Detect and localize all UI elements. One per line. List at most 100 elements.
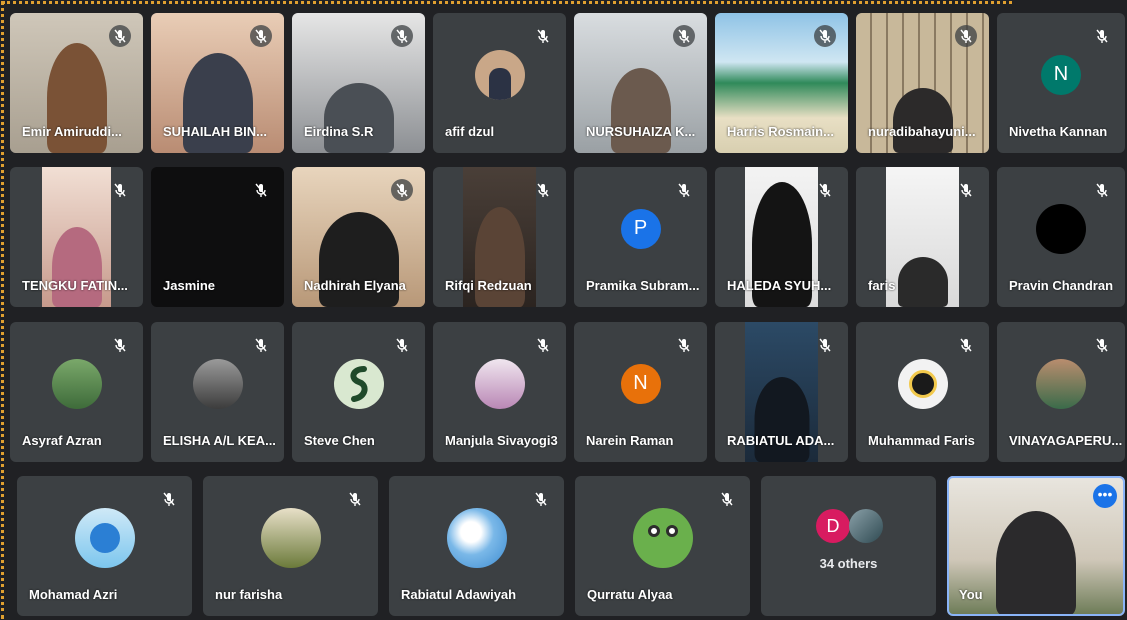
participant-tile[interactable]: P Pramika Subram... bbox=[574, 167, 707, 307]
mic-off-icon bbox=[1091, 25, 1113, 47]
participant-tile[interactable]: Harris Rosmain... bbox=[715, 13, 848, 153]
frame-border-left bbox=[1, 1, 4, 619]
person-silhouette bbox=[51, 227, 102, 307]
participant-tile[interactable]: Muhammad Faris bbox=[856, 322, 989, 462]
mic-off-icon bbox=[814, 334, 836, 356]
participant-tile[interactable]: Mohamad Azri bbox=[17, 476, 192, 616]
frame-border-top bbox=[2, 1, 1012, 4]
mic-off-icon bbox=[250, 179, 272, 201]
participant-name: Steve Chen bbox=[304, 433, 375, 448]
participant-tile[interactable]: Steve Chen bbox=[292, 322, 425, 462]
participant-name: TENGKU FATIN... bbox=[22, 278, 128, 293]
participant-name: Jasmine bbox=[163, 278, 216, 293]
participant-tile[interactable]: Asyraf Azran bbox=[10, 322, 143, 462]
participant-avatar bbox=[897, 358, 948, 409]
participant-video bbox=[886, 167, 959, 307]
participant-name: Pravin Chandran bbox=[1009, 278, 1114, 293]
participant-tile[interactable]: Rabiatul Adawiyah bbox=[389, 476, 564, 616]
participant-avatar bbox=[260, 507, 321, 568]
participant-avatar bbox=[1036, 203, 1086, 254]
mic-off-icon bbox=[391, 179, 413, 201]
mic-off-icon bbox=[344, 488, 366, 510]
others-avatar: D bbox=[816, 509, 850, 543]
mic-off-icon bbox=[673, 179, 695, 201]
participant-name: Qurratu Alyaa bbox=[587, 587, 673, 602]
participant-tile[interactable]: Jasmine bbox=[151, 167, 284, 307]
mic-off-icon bbox=[532, 179, 554, 201]
person-silhouette bbox=[897, 257, 948, 307]
participant-name: RABIATUL ADA... bbox=[727, 433, 835, 448]
mic-off-icon bbox=[673, 334, 695, 356]
self-tile[interactable]: ••• You bbox=[947, 476, 1125, 616]
person-silhouette bbox=[754, 377, 809, 462]
participant-name: HALEDA SYUH... bbox=[727, 278, 832, 293]
participant-avatar: P bbox=[620, 208, 661, 249]
participant-name: Harris Rosmain... bbox=[727, 124, 834, 139]
others-avatar-photo bbox=[849, 509, 883, 543]
mic-off-icon bbox=[673, 25, 695, 47]
person-silhouette bbox=[610, 68, 671, 153]
participant-avatar bbox=[333, 358, 384, 409]
participant-name: afif dzul bbox=[445, 124, 495, 139]
participant-tile[interactable]: Rifqi Redzuan bbox=[433, 167, 566, 307]
participant-tile[interactable]: N Narein Raman bbox=[574, 322, 707, 462]
mic-off-icon bbox=[814, 179, 836, 201]
person-silhouette bbox=[323, 83, 394, 153]
participant-name: Manjula Sivayogi3 bbox=[445, 433, 558, 448]
person-silhouette bbox=[892, 88, 953, 153]
participant-avatar: N bbox=[620, 363, 661, 404]
mic-off-icon bbox=[530, 488, 552, 510]
participant-tile[interactable]: N Nivetha Kannan bbox=[997, 13, 1125, 153]
mic-off-icon bbox=[532, 334, 554, 356]
participant-avatar bbox=[474, 358, 525, 409]
participant-name: VINAYAGAPERU... bbox=[1009, 433, 1123, 448]
participant-name: Pramika Subram... bbox=[586, 278, 700, 293]
mic-off-icon bbox=[716, 488, 738, 510]
avatar-letter: N bbox=[633, 372, 648, 395]
participant-avatar bbox=[74, 507, 135, 568]
participant-name: Eirdina S.R bbox=[304, 124, 374, 139]
participant-tile[interactable]: TENGKU FATIN... bbox=[10, 167, 143, 307]
participant-avatar bbox=[446, 507, 507, 568]
avatar-letter: D bbox=[826, 515, 840, 536]
participant-tile[interactable]: RABIATUL ADA... bbox=[715, 322, 848, 462]
mic-off-icon bbox=[391, 334, 413, 356]
participant-tile[interactable]: Pravin Chandran bbox=[997, 167, 1125, 307]
participant-name: nur farisha bbox=[215, 587, 283, 602]
participant-name: Rabiatul Adawiyah bbox=[401, 587, 517, 602]
participant-name: Muhammad Faris bbox=[868, 433, 975, 448]
participant-avatar bbox=[1036, 358, 1086, 409]
more-options-button[interactable]: ••• bbox=[1093, 484, 1117, 508]
participant-tile[interactable]: HALEDA SYUH... bbox=[715, 167, 848, 307]
participant-tile[interactable]: Qurratu Alyaa bbox=[575, 476, 750, 616]
participant-tile[interactable]: nuradibahayuni... bbox=[856, 13, 989, 153]
participant-tile[interactable]: Manjula Sivayogi3 bbox=[433, 322, 566, 462]
mic-off-icon bbox=[1091, 179, 1113, 201]
mic-off-icon bbox=[955, 334, 977, 356]
participant-tile[interactable]: Nadhirah Elyana bbox=[292, 167, 425, 307]
avatar-letter: N bbox=[1053, 63, 1069, 86]
participant-tile[interactable]: afif dzul bbox=[433, 13, 566, 153]
participant-tile[interactable]: VINAYAGAPERU... bbox=[997, 322, 1125, 462]
participant-tile[interactable]: Eirdina S.R bbox=[292, 13, 425, 153]
avatar-letter: P bbox=[633, 217, 648, 240]
participant-avatar bbox=[632, 507, 693, 568]
mic-off-icon bbox=[109, 179, 131, 201]
mic-off-icon bbox=[250, 25, 272, 47]
participant-name: nuradibahayuni... bbox=[868, 124, 976, 139]
participant-avatar bbox=[51, 358, 102, 409]
participant-tile[interactable]: SUHAILAH BIN... bbox=[151, 13, 284, 153]
participant-name: Emir Amiruddi... bbox=[22, 124, 122, 139]
participant-tile[interactable]: ELISHA A/L KEA... bbox=[151, 322, 284, 462]
participant-tile[interactable]: NURSUHAIZA K... bbox=[574, 13, 707, 153]
participant-name: faris bbox=[868, 278, 896, 293]
participant-tile[interactable]: faris bbox=[856, 167, 989, 307]
participant-name: SUHAILAH BIN... bbox=[163, 124, 267, 139]
mic-off-icon bbox=[158, 488, 180, 510]
mic-off-icon bbox=[1091, 334, 1113, 356]
participant-tile[interactable]: Emir Amiruddi... bbox=[10, 13, 143, 153]
others-tile[interactable]: D 34 others bbox=[761, 476, 936, 616]
participant-avatar bbox=[474, 49, 525, 100]
participant-name: NURSUHAIZA K... bbox=[586, 124, 696, 139]
participant-tile[interactable]: nur farisha bbox=[203, 476, 378, 616]
